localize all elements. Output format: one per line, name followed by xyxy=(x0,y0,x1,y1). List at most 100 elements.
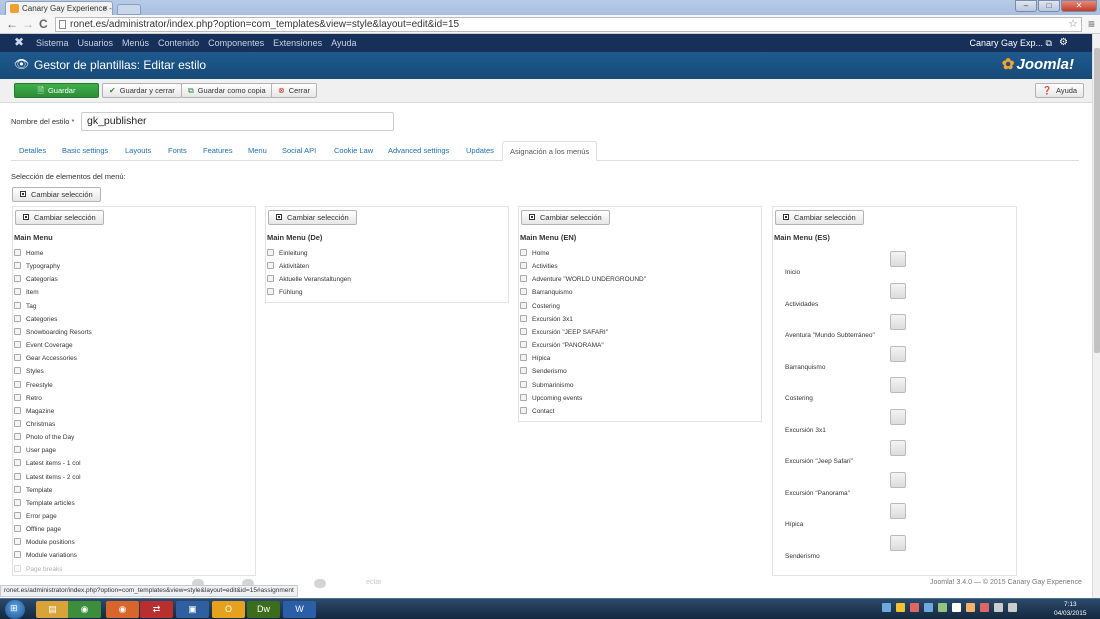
menu-item[interactable]: Gear Accessories xyxy=(14,354,77,366)
tab-detalles[interactable]: Detalles xyxy=(12,141,53,161)
tray-icon[interactable] xyxy=(966,603,975,612)
toggle-all-button[interactable]: Cambiar selección xyxy=(12,187,101,202)
menu-item[interactable]: Categories xyxy=(14,314,57,327)
menu-item[interactable]: Module variations xyxy=(14,551,77,563)
menu-item-checkbox[interactable] xyxy=(14,301,21,309)
menu-item[interactable]: Home xyxy=(14,249,43,261)
menu-item-checkbox[interactable] xyxy=(520,249,527,256)
scrollbar-thumb[interactable] xyxy=(1094,48,1100,353)
menu-usuarios[interactable]: Usuarios xyxy=(78,34,114,52)
menu-item-checkbox[interactable] xyxy=(14,433,21,441)
menu-item-checkbox[interactable] xyxy=(890,534,906,551)
tray-icon[interactable] xyxy=(882,603,891,612)
tray-icon[interactable] xyxy=(952,603,961,612)
menu-item-checkbox[interactable] xyxy=(14,538,21,546)
menu-item-checkbox[interactable] xyxy=(890,408,906,425)
taskbar-app-filezilla-icon[interactable]: ⇄ xyxy=(140,601,173,618)
menu-item-checkbox[interactable] xyxy=(14,512,21,519)
menu-item-checkbox[interactable] xyxy=(14,380,21,388)
menu-item-checkbox[interactable] xyxy=(14,472,21,480)
taskbar-clock[interactable]: 7:13 04/03/2015 xyxy=(1054,600,1087,618)
browser-menu-icon[interactable]: ≡ xyxy=(1088,17,1095,31)
menu-item-checkbox[interactable] xyxy=(890,377,906,393)
menu-item-checkbox[interactable] xyxy=(14,406,21,414)
menu-item-checkbox[interactable] xyxy=(14,564,21,572)
close-button[interactable]: ⊗ Cerrar xyxy=(271,83,317,98)
menu-item-checkbox[interactable] xyxy=(520,354,527,362)
style-name-input[interactable]: gk_publisher xyxy=(81,112,394,131)
menu-ayuda[interactable]: Ayuda xyxy=(331,34,356,52)
toggle-es-menu-button[interactable]: Cambiar selección xyxy=(775,210,864,225)
menu-item[interactable]: Magazine xyxy=(14,406,54,419)
network-icon[interactable] xyxy=(994,603,1003,612)
taskbar-app-firefox-icon[interactable]: ◉ xyxy=(106,601,139,618)
menu-item-checkbox[interactable] xyxy=(267,262,274,270)
menu-item-checkbox[interactable] xyxy=(520,301,527,309)
taskbar-app-chrome-icon[interactable]: ◉ xyxy=(68,601,101,618)
toggle-main-menu-button[interactable]: Cambiar selección xyxy=(15,210,104,225)
menu-item-checkbox[interactable] xyxy=(890,282,906,299)
reload-icon[interactable]: C xyxy=(39,17,48,32)
menu-item-checkbox[interactable] xyxy=(14,262,21,270)
menu-item[interactable]: Submarinismo xyxy=(520,380,574,393)
menu-item-checkbox[interactable] xyxy=(14,446,21,454)
menu-item-checkbox[interactable] xyxy=(890,251,906,267)
menu-item-checkbox[interactable] xyxy=(520,406,527,414)
menu-item[interactable]: Excursión "JEEP SAFARI" xyxy=(520,327,608,340)
tab-menu[interactable]: Menu xyxy=(241,141,274,161)
forward-arrow-icon[interactable]: → xyxy=(22,17,34,32)
menu-item[interactable]: Module positions xyxy=(14,538,75,550)
menu-item-checkbox[interactable] xyxy=(14,327,21,335)
menu-menus[interactable]: Menús xyxy=(122,34,149,52)
menu-item[interactable]: Einleitung xyxy=(267,249,308,261)
menu-item-checkbox[interactable] xyxy=(14,249,21,256)
menu-item-checkbox[interactable] xyxy=(14,498,21,506)
menu-item-checkbox[interactable] xyxy=(14,341,21,349)
save-close-button[interactable]: ✔ Guardar y cerrar xyxy=(102,83,182,98)
menu-item-checkbox[interactable] xyxy=(520,327,527,335)
minimize-button[interactable]: – xyxy=(1015,0,1037,12)
menu-item[interactable]: Page breaks xyxy=(14,564,63,575)
tab-updates[interactable]: Updates xyxy=(459,141,501,161)
tab-features[interactable]: Features xyxy=(196,141,240,161)
taskbar-app-word-icon[interactable]: W xyxy=(283,601,316,618)
menu-item-checkbox[interactable] xyxy=(520,262,527,270)
bookmark-star-icon[interactable]: ☆ xyxy=(1068,18,1078,31)
menu-item[interactable]: Latest items - 2 col xyxy=(14,472,81,485)
menu-sistema[interactable]: Sistema xyxy=(36,34,69,52)
menu-item[interactable]: Adventure "WORLD UNDERGROUND" xyxy=(520,275,646,287)
toggle-en-menu-button[interactable]: Cambiar selección xyxy=(521,210,610,225)
save-copy-button[interactable]: ⧉ Guardar como copia xyxy=(181,83,273,98)
help-button[interactable]: ❓ Ayuda xyxy=(1035,83,1085,98)
tab-advanced-settings[interactable]: Advanced settings xyxy=(381,141,456,161)
tab-layouts[interactable]: Layouts xyxy=(118,141,158,161)
menu-item[interactable]: Aktuelle Veranstaltungen xyxy=(267,275,351,287)
menu-item-checkbox[interactable] xyxy=(520,275,527,283)
menu-item-checkbox[interactable] xyxy=(14,419,21,427)
menu-item[interactable]: Excursión "PANORAMA" xyxy=(520,341,604,353)
menu-item-checkbox[interactable] xyxy=(520,367,527,375)
menu-item[interactable]: Photo of the Day xyxy=(14,433,74,445)
menu-item[interactable]: Contact xyxy=(520,406,554,419)
tab-asignacion-menus[interactable]: Asignación a los menús xyxy=(502,141,598,161)
menu-item[interactable]: Upcoming events xyxy=(520,393,582,406)
save-button[interactable]: 🗎 Guardar xyxy=(14,83,99,98)
taskbar-app-word-doc-icon[interactable]: ▣ xyxy=(176,601,209,618)
menu-item[interactable]: Fühlung xyxy=(267,288,303,300)
menu-item[interactable]: Freestyle xyxy=(14,380,53,393)
gear-icon[interactable]: ⚙ xyxy=(1059,34,1068,52)
menu-item[interactable]: Template articles xyxy=(14,498,75,511)
taskbar-app-dreamweaver-icon[interactable]: Dw xyxy=(247,601,280,618)
menu-item[interactable]: Retro xyxy=(14,393,42,406)
browser-tab[interactable]: Canary Gay Experience - J × xyxy=(5,1,113,15)
menu-item-checkbox[interactable] xyxy=(14,485,21,493)
menu-item-checkbox[interactable] xyxy=(890,314,906,330)
page-scrollbar[interactable] xyxy=(1092,34,1100,598)
menu-item[interactable]: Home xyxy=(520,249,549,261)
taskbar-app-outlook-icon[interactable]: O xyxy=(212,601,245,618)
menu-item-checkbox[interactable] xyxy=(14,288,21,296)
menu-item-checkbox[interactable] xyxy=(520,393,527,401)
tray-icon[interactable] xyxy=(938,603,947,612)
url-input[interactable]: ronet.es/administrator/index.php?option=… xyxy=(55,17,1082,32)
menu-item[interactable]: Styles xyxy=(14,367,44,379)
